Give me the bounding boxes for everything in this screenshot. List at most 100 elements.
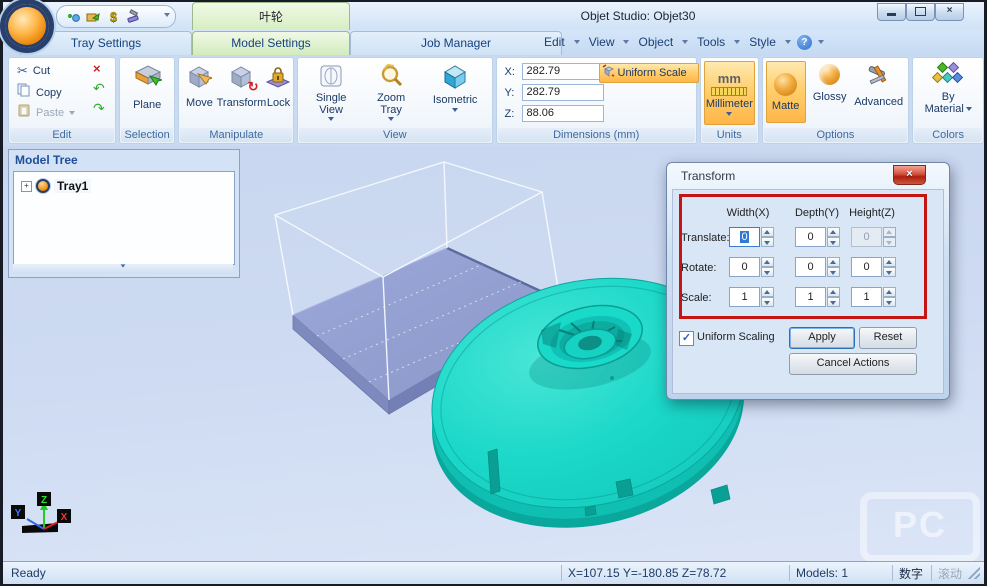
- chevron-down-icon[interactable]: [785, 40, 791, 44]
- quick-access-toolbar: $: [56, 5, 176, 28]
- chevron-down-icon[interactable]: [682, 40, 688, 44]
- spin-up-icon[interactable]: [761, 257, 774, 267]
- dimension-x-field[interactable]: 282.79: [522, 63, 604, 80]
- maximize-button[interactable]: [906, 3, 935, 21]
- scale-x-spinner[interactable]: 1: [729, 287, 774, 307]
- model-tree[interactable]: + Tray1: [13, 171, 235, 265]
- scale-z-spinner[interactable]: 1: [851, 287, 896, 307]
- dimension-y-field[interactable]: 282.79: [522, 84, 604, 101]
- by-material-button[interactable]: By Material: [916, 62, 980, 115]
- model-tree-collapse-bar[interactable]: [13, 264, 233, 274]
- zoom-tray-button[interactable]: Zoom Tray: [362, 63, 420, 121]
- translate-x-spinner[interactable]: 0: [729, 227, 774, 247]
- dimension-z-field[interactable]: 88.06: [522, 105, 604, 122]
- move-button[interactable]: Move: [181, 64, 217, 109]
- millimeter-button[interactable]: mm Millimeter: [704, 61, 755, 125]
- rotate-x-spinner[interactable]: 0: [729, 257, 774, 277]
- uniform-scale-icon: [602, 64, 615, 82]
- tools-icon[interactable]: [126, 9, 141, 24]
- delete-icon[interactable]: ×: [93, 61, 101, 76]
- menu-view[interactable]: View: [586, 34, 618, 50]
- move-cube-icon: [186, 64, 212, 93]
- redo-icon[interactable]: ↷: [93, 100, 105, 117]
- close-button[interactable]: ×: [935, 3, 964, 21]
- matte-sphere-icon: [774, 73, 797, 96]
- model-tree-title: Model Tree: [15, 153, 78, 167]
- single-view-button[interactable]: Single View: [302, 63, 360, 121]
- spin-down-icon[interactable]: [761, 267, 774, 277]
- spin-up-icon[interactable]: [883, 287, 896, 297]
- transform-button[interactable]: ↻ Transform: [217, 64, 265, 109]
- menu-edit[interactable]: Edit: [541, 34, 568, 50]
- chevron-down-icon[interactable]: [574, 40, 580, 44]
- spin-down-icon[interactable]: [761, 297, 774, 307]
- document-tab[interactable]: 叶轮: [192, 2, 350, 31]
- help-icon[interactable]: ?: [797, 35, 812, 50]
- chevron-down-icon[interactable]: [623, 40, 629, 44]
- spin-up-icon[interactable]: [827, 287, 840, 297]
- resize-grip[interactable]: [968, 567, 980, 579]
- insert-model-icon[interactable]: [66, 9, 81, 24]
- reset-button[interactable]: Reset: [859, 327, 917, 349]
- tree-item-tray1[interactable]: + Tray1: [21, 179, 91, 193]
- minimize-button[interactable]: [877, 3, 906, 21]
- spin-up-icon[interactable]: [761, 287, 774, 297]
- cut-button[interactable]: ✂ Cut: [17, 63, 50, 79]
- tree-item-label: Tray1: [54, 179, 91, 193]
- spin-down-icon[interactable]: [827, 237, 840, 247]
- qat-customize-dropdown[interactable]: [160, 8, 174, 22]
- spin-up-icon[interactable]: [883, 257, 896, 267]
- axis-z-label: Z: [41, 495, 47, 506]
- expander-plus-icon[interactable]: +: [21, 181, 32, 192]
- isometric-button[interactable]: Isometric: [422, 63, 488, 112]
- spin-down-icon: [883, 237, 896, 247]
- scale-y-spinner[interactable]: 1: [795, 287, 840, 307]
- spin-down-icon[interactable]: [761, 237, 774, 247]
- lock-button[interactable]: Lock: [263, 64, 293, 109]
- lock-icon: [265, 64, 291, 93]
- spin-up-icon[interactable]: [827, 227, 840, 237]
- cancel-actions-button[interactable]: Cancel Actions: [789, 353, 917, 375]
- ribbon-group-colors: By Material Colors: [912, 57, 984, 144]
- rotate-z-spinner[interactable]: 0: [851, 257, 896, 277]
- translate-z-spinner: 0: [851, 227, 896, 247]
- single-view-icon: [318, 63, 344, 92]
- menu-style[interactable]: Style: [746, 34, 779, 50]
- chevron-down-icon[interactable]: [818, 40, 824, 44]
- spin-up-icon[interactable]: [761, 227, 774, 237]
- rotate-y-spinner[interactable]: 0: [795, 257, 840, 277]
- undo-icon[interactable]: ↶: [93, 80, 105, 97]
- spin-down-icon[interactable]: [827, 267, 840, 277]
- spin-up-icon[interactable]: [827, 257, 840, 267]
- paste-button[interactable]: Paste: [17, 103, 75, 122]
- chevron-down-icon[interactable]: [734, 40, 740, 44]
- dialog-close-button[interactable]: ×: [893, 165, 926, 185]
- cost-estimate-icon[interactable]: $: [106, 9, 121, 24]
- glossy-button[interactable]: Glossy: [807, 64, 853, 103]
- application-orb-button[interactable]: [5, 4, 49, 48]
- uniform-scaling-checkbox[interactable]: ✓: [679, 331, 694, 346]
- glossy-sphere-icon: [819, 64, 840, 85]
- menu-object[interactable]: Object: [635, 34, 676, 50]
- ribbon-tab-row: Tray Settings Model Settings Job Manager…: [3, 30, 984, 56]
- column-header-height: Height(Z): [837, 207, 907, 219]
- uniform-scale-button[interactable]: Uniform Scale: [599, 63, 699, 83]
- ribbon: ✂ Cut Copy Paste × ↶ ↷ Edit Plane Select…: [3, 56, 984, 147]
- spin-down-icon[interactable]: [827, 297, 840, 307]
- menu-tools[interactable]: Tools: [694, 34, 728, 50]
- spin-down-icon[interactable]: [883, 267, 896, 277]
- open-tray-icon[interactable]: [86, 9, 101, 24]
- magnifier-icon: [378, 63, 404, 92]
- viewport[interactable]: Z X Y PC Model Tree + Tray1 Transfo: [3, 146, 984, 561]
- advanced-button[interactable]: Advanced: [851, 64, 907, 108]
- matte-button[interactable]: Matte: [766, 61, 806, 123]
- tab-model-settings[interactable]: Model Settings: [192, 31, 350, 55]
- apply-button[interactable]: Apply: [789, 327, 855, 349]
- group-label-edit: Edit: [10, 128, 114, 142]
- copy-button[interactable]: Copy: [17, 83, 62, 102]
- translate-y-spinner[interactable]: 0: [795, 227, 840, 247]
- plane-button[interactable]: Plane: [120, 64, 175, 111]
- copy-icon: [17, 83, 31, 102]
- tab-job-manager[interactable]: Job Manager: [350, 31, 562, 55]
- spin-down-icon[interactable]: [883, 297, 896, 307]
